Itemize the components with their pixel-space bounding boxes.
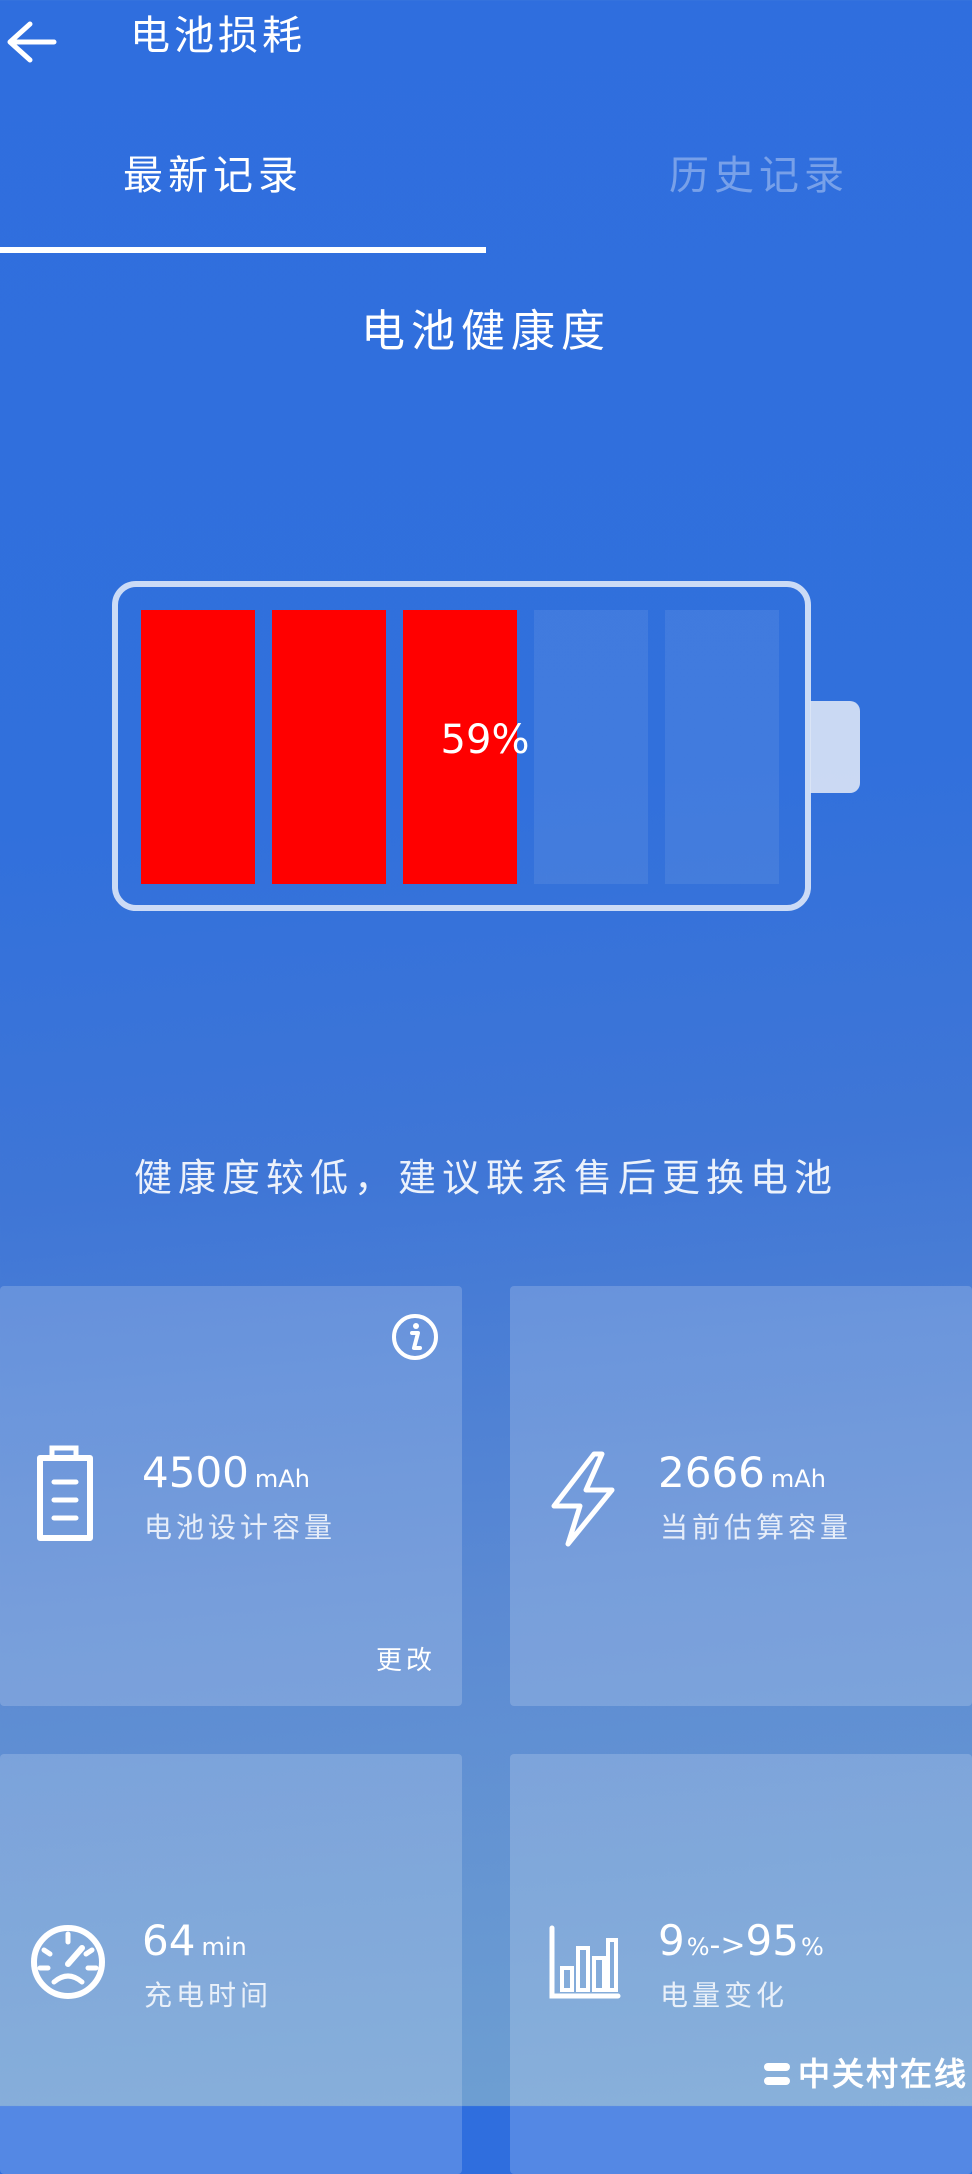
charge-time-unit: min (201, 1933, 247, 1961)
current-capacity-unit: mAh (770, 1465, 826, 1493)
battery-cell-5 (665, 610, 779, 884)
battery-health-title: 电池健康度 (361, 306, 611, 357)
charge-change-value: 9%->95% (658, 1916, 824, 1965)
charge-change-label: 电量变化 (660, 1979, 789, 2012)
tab-history-records[interactable]: 历史记录 (486, 146, 972, 206)
charge-time-label: 充电时间 (144, 1979, 273, 2012)
change-capacity-link[interactable]: 更改 (376, 1641, 436, 1681)
battery-terminal (810, 701, 860, 793)
battery-icon (30, 1444, 110, 1544)
page-title: 电池损耗 (130, 13, 306, 59)
battery-health-percent: 59% (440, 717, 530, 763)
tab-latest-records[interactable]: 最新记录 (0, 146, 486, 206)
back-button[interactable] (4, 14, 60, 70)
watermark-text: 中关村在线 (798, 2055, 969, 2093)
design-capacity-label: 电池设计容量 (144, 1511, 337, 1544)
speedometer-icon (28, 1922, 108, 2022)
tab-active-indicator (0, 247, 486, 253)
info-icon[interactable] (390, 1312, 440, 1362)
design-capacity-value: 4500 mAh (142, 1448, 310, 1497)
charge-time-value: 64 min (142, 1916, 247, 1965)
bar-chart-icon (546, 1922, 626, 2022)
zol-logo-icon (764, 2063, 790, 2085)
health-advice: 健康度较低，建议联系售后更换电池 (133, 1156, 838, 1200)
watermark: 中关村在线 (762, 2052, 968, 2096)
tab-history-label: 历史记录 (669, 153, 849, 199)
arrow-left-icon (7, 21, 57, 63)
current-capacity-value: 2666 mAh (658, 1448, 826, 1497)
current-capacity-label: 当前估算容量 (660, 1511, 853, 1544)
battery-cell-1 (141, 610, 255, 884)
battery-cell-2 (272, 610, 386, 884)
tab-latest-label: 最新记录 (123, 153, 303, 199)
lightning-icon (546, 1448, 626, 1548)
design-capacity-unit: mAh (254, 1465, 310, 1493)
